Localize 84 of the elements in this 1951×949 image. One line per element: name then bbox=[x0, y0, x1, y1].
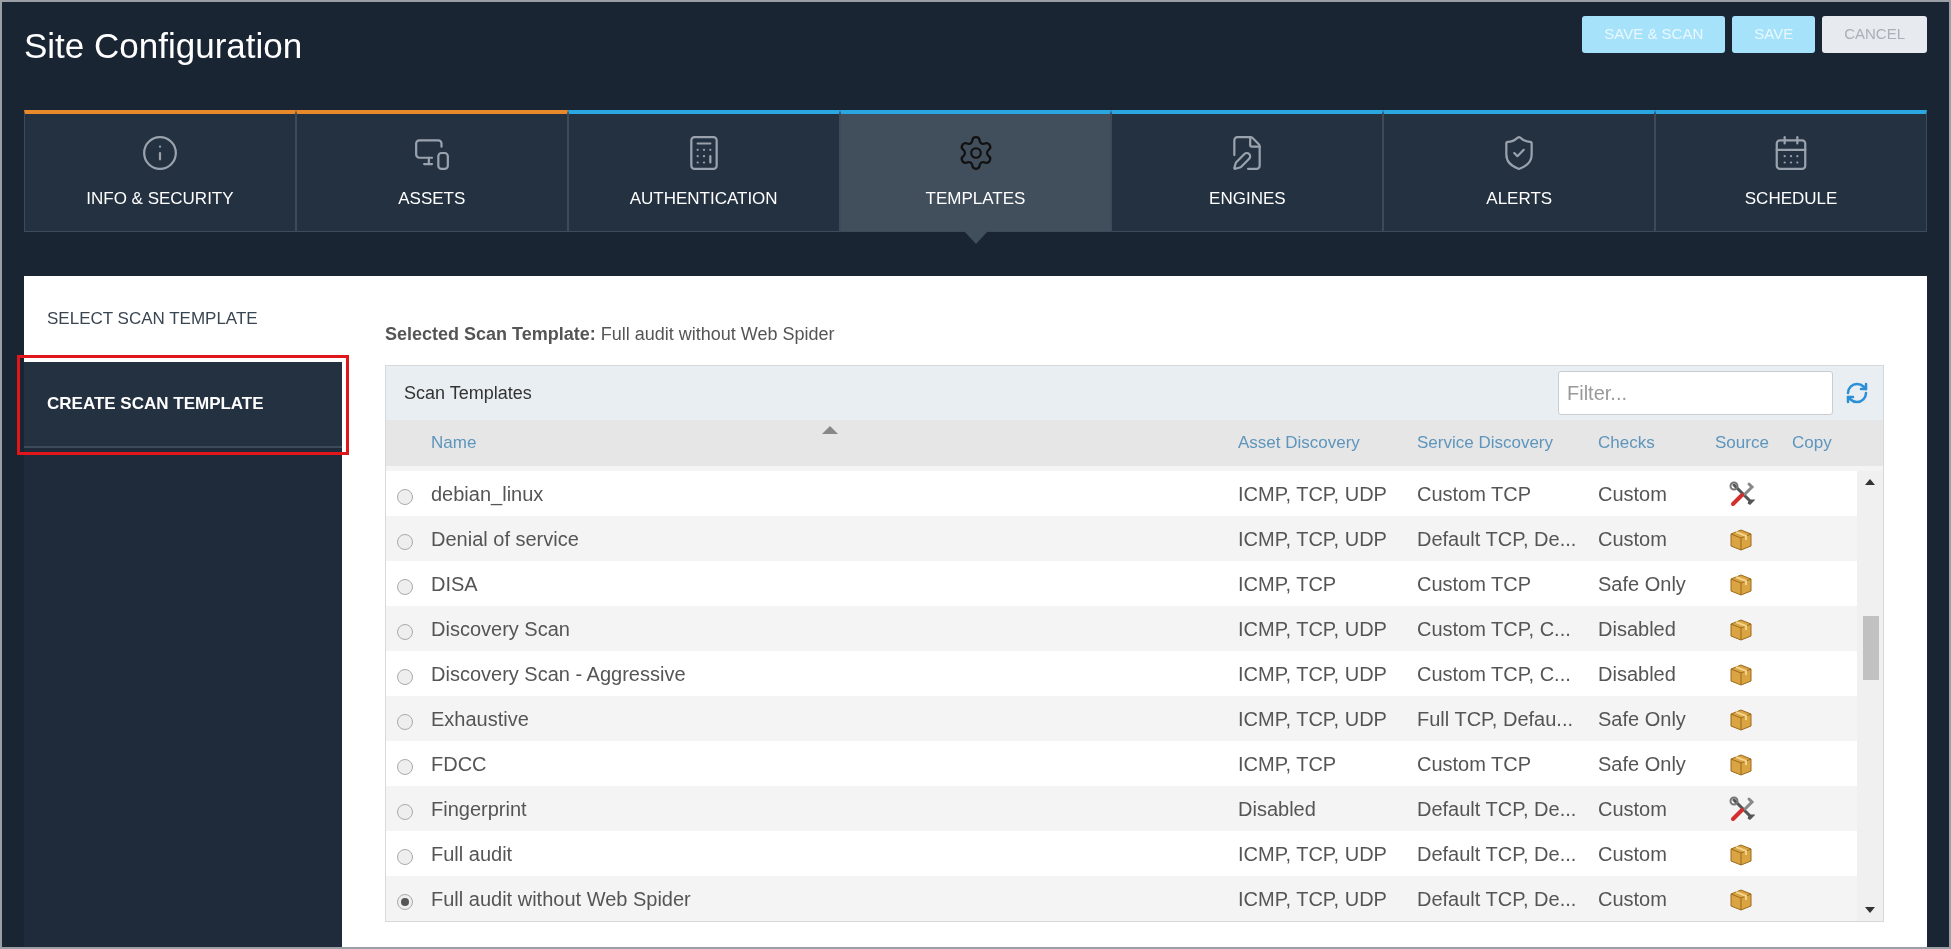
table-cell-text: Custom TCP bbox=[1417, 571, 1533, 597]
nav-tab[interactable]: ASSETS bbox=[295, 110, 568, 232]
table-cell-text: ICMP, TCP, UDP bbox=[1238, 661, 1388, 687]
table-title: Scan Templates bbox=[404, 381, 532, 405]
table-row[interactable]: debian_linux ICMP, TCP, UDP Custom TCP Custom bbox=[386, 471, 1857, 516]
package-icon bbox=[1729, 841, 1753, 866]
table-cell-text: Safe Only bbox=[1598, 706, 1687, 732]
table-cell-text: Full audit without Web Spider bbox=[431, 886, 692, 912]
table-cell-text: Disabled bbox=[1598, 616, 1677, 642]
table-cell-text: ICMP, TCP, UDP bbox=[1238, 841, 1388, 867]
radio-button[interactable] bbox=[397, 533, 413, 550]
package-icon bbox=[1729, 616, 1753, 641]
radio-button[interactable] bbox=[397, 578, 413, 595]
table-cell-text: Custom bbox=[1598, 886, 1668, 912]
selected-template-text: Selected Scan Template: Full audit without Web Spider bbox=[385, 323, 836, 346]
table-cell-text: FDCC bbox=[431, 751, 488, 777]
package-icon bbox=[1729, 526, 1753, 551]
wrench-screwdriver-icon bbox=[1729, 480, 1755, 507]
table-cell-text: Denial of service bbox=[431, 526, 580, 552]
info-icon bbox=[140, 133, 179, 172]
radio-button[interactable] bbox=[397, 488, 413, 505]
table-cell-text: Discovery Scan - Aggressive bbox=[431, 661, 687, 687]
table-cell-text: Custom bbox=[1598, 796, 1668, 822]
table-cell-text: Full TCP, Defau... bbox=[1417, 706, 1574, 732]
table-row[interactable]: FDCC ICMP, TCP Custom TCP Safe Only bbox=[386, 741, 1857, 786]
radio-button[interactable] bbox=[397, 848, 413, 865]
table-cell-text: Custom bbox=[1598, 526, 1668, 552]
wrench-screwdriver-icon bbox=[1729, 795, 1755, 822]
nav-tab[interactable]: ALERTS bbox=[1383, 110, 1656, 232]
tab-pointer-icon bbox=[963, 231, 988, 244]
table-cell-text: ICMP, TCP, UDP bbox=[1238, 481, 1388, 507]
table-cell-text: Default TCP, De... bbox=[1417, 796, 1578, 822]
table-row[interactable]: Full audit ICMP, TCP, UDP Default TCP, De... Custom bbox=[386, 831, 1857, 876]
table-cell-text: ICMP, TCP bbox=[1238, 571, 1338, 597]
table-cell-text: Custom TCP, C... bbox=[1417, 661, 1572, 687]
nav-tab[interactable]: SCHEDULE bbox=[1655, 110, 1927, 232]
radio-button[interactable] bbox=[397, 623, 413, 640]
radio-button[interactable] bbox=[397, 893, 413, 910]
table-cell-text: ICMP, TCP, UDP bbox=[1238, 886, 1388, 912]
scrollbar-thumb[interactable] bbox=[1863, 616, 1879, 680]
table-cell-text: Default TCP, De... bbox=[1417, 841, 1578, 867]
package-icon bbox=[1729, 751, 1753, 776]
radio-button[interactable] bbox=[397, 713, 413, 730]
table-cell-text: debian_linux bbox=[431, 481, 545, 508]
table-cell-text: ICMP, TCP, UDP bbox=[1238, 616, 1388, 642]
table-cell-text: DISA bbox=[431, 571, 479, 597]
table-cell-text: ICMP, TCP bbox=[1238, 751, 1338, 777]
table-cell-text: Disabled bbox=[1238, 796, 1317, 822]
table-cell-text: Default TCP, De... bbox=[1417, 886, 1578, 912]
package-icon bbox=[1729, 706, 1753, 731]
radio-button[interactable] bbox=[397, 758, 413, 775]
table-cell-text: Default TCP, De... bbox=[1417, 526, 1578, 552]
radio-button[interactable] bbox=[397, 803, 413, 820]
scroll-up-icon[interactable] bbox=[1865, 479, 1875, 485]
table-row[interactable]: DISA ICMP, TCP Custom TCP Safe Only bbox=[386, 561, 1857, 606]
package-icon bbox=[1729, 886, 1753, 911]
table-cell-text: Fingerprint bbox=[431, 796, 528, 822]
nav-tab[interactable]: ENGINES bbox=[1111, 110, 1384, 232]
table-cell-text: Custom bbox=[1598, 481, 1668, 507]
table-cell-text: Discovery Scan bbox=[431, 616, 571, 642]
table-cell-text: Custom TCP bbox=[1417, 751, 1533, 777]
table-cell-text: Exhaustive bbox=[431, 706, 530, 732]
scroll-down-icon[interactable] bbox=[1865, 907, 1875, 913]
table-cell-text: Custom bbox=[1598, 841, 1668, 867]
sort-ascending-icon bbox=[822, 426, 838, 434]
filter-field[interactable]: Filter... bbox=[1558, 371, 1833, 415]
table-cell-text: Custom TCP, C... bbox=[1417, 616, 1572, 642]
nav-tab[interactable]: AUTHENTICATION bbox=[567, 110, 840, 232]
window-title: Site Configuration bbox=[24, 25, 303, 67]
table-cell-text: ICMP, TCP, UDP bbox=[1238, 706, 1388, 732]
package-icon bbox=[1729, 571, 1753, 596]
radio-button[interactable] bbox=[397, 668, 413, 685]
table-row[interactable]: Discovery Scan - Aggressive ICMP, TCP, UDP Custom TCP, C... Disabled bbox=[386, 651, 1857, 696]
package-icon bbox=[1729, 661, 1753, 686]
nav-tab[interactable]: INFO & SECURITY bbox=[24, 110, 296, 232]
table-cell-text: Safe Only bbox=[1598, 571, 1687, 597]
refresh-icon[interactable] bbox=[1845, 381, 1869, 405]
table-cell-text: Disabled bbox=[1598, 661, 1677, 687]
table-cell-text: Custom TCP bbox=[1417, 481, 1533, 507]
sidebar-item[interactable]: SELECT SCAN TEMPLATE bbox=[24, 276, 342, 362]
table-cell-text: Safe Only bbox=[1598, 751, 1687, 777]
table-cell-text: ICMP, TCP, UDP bbox=[1238, 526, 1388, 552]
table-cell-text: Full audit bbox=[431, 841, 514, 867]
scrollbar[interactable] bbox=[1857, 471, 1883, 921]
